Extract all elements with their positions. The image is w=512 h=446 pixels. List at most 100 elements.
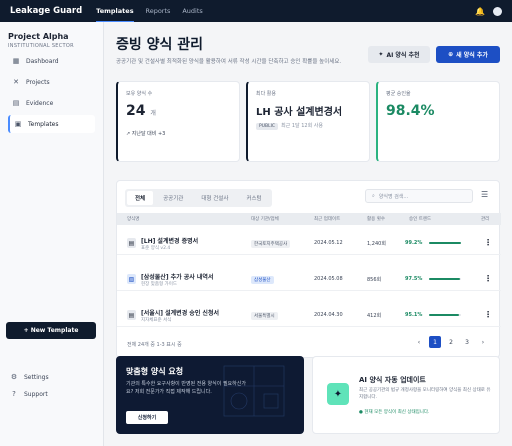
sidebar-item-evidence[interactable]: ▤ Evidence	[8, 94, 95, 112]
gear-icon: ⚙	[10, 373, 18, 381]
template-icon: ▣	[14, 120, 22, 128]
col-count: 활용 횟수	[367, 217, 385, 222]
row-date: 2024.05.12	[314, 240, 343, 246]
approval-bar	[429, 278, 461, 280]
sidebar-item-label: Dashboard	[26, 57, 59, 65]
templates-table-card: 전체 공공기관 대형 건설사 커스텀 ⌕ 양식명 검색... ☰ 양식명 대상 …	[116, 180, 501, 358]
page-1[interactable]: 1	[429, 336, 441, 348]
promo-title: 맞춤형 양식 요청	[126, 367, 184, 376]
nav-templates[interactable]: Templates	[96, 1, 134, 22]
brand-logo[interactable]: Leakage Guard	[10, 6, 82, 16]
document-icon: ▤	[12, 99, 20, 107]
row-subtitle: 현장 맞춤형 가이드	[141, 282, 177, 287]
tab-large-builders[interactable]: 대형 건설사	[193, 191, 236, 205]
top-bar: Leakage Guard Templates Reports Audits 🔔	[0, 0, 512, 22]
table-row[interactable]: ▤ [서울시] 설계변경 승인 신청서 지자체표준 서식 서울특별시 2024.…	[117, 303, 501, 327]
sparkle-icon: ✦	[378, 51, 384, 58]
nav-reports[interactable]: Reports	[145, 1, 170, 21]
stat-unit: 개	[150, 110, 156, 117]
stat-value: 24 개	[126, 103, 156, 119]
nav-audits[interactable]: Audits	[182, 1, 202, 21]
document-icon: ▤	[127, 310, 136, 320]
tab-custom[interactable]: 커스텀	[238, 191, 269, 205]
document-icon: ▤	[127, 238, 136, 248]
main-content: 증빙 양식 관리 공공기관 및 건설사별 최적화된 양식을 활용하여 서류 작성…	[104, 22, 512, 446]
update-title: AI 양식 자동 업데이트	[359, 376, 426, 384]
update-status-text: 현재 모든 양식이 최신 상태입니다.	[364, 410, 430, 415]
grid-icon: ▦	[12, 57, 20, 65]
table-row[interactable]: ▤ [LH] 설계변경 증명서 표준 양식 v2.4 한국토지주택공사 2024…	[117, 231, 501, 255]
new-template-button[interactable]: + New Template	[6, 322, 96, 339]
next-page-icon[interactable]: ›	[477, 336, 489, 348]
project-sector: INSTITUTIONAL SECTOR	[8, 43, 74, 49]
approval-bar-fill	[429, 278, 461, 280]
org-tag: 한국토지주택공사	[251, 240, 291, 248]
custom-template-promo: 맞춤형 양식 요청 기관의 특수한 요구사항이 반영된 전용 양식이 필요하신가…	[116, 356, 304, 434]
table-header: 양식명 대상 기관/업체 최근 업데이트 활용 횟수 승인 트렌드 관리	[117, 213, 501, 225]
sidebar-item-projects[interactable]: ✕ Projects	[8, 73, 95, 91]
top-actions: 🔔	[475, 6, 502, 16]
stat-value: LH 공사 설계변경서	[256, 107, 343, 118]
stat-sub: PUBLIC 최근 1달 12회 사용	[256, 122, 323, 130]
stat-label: 보유 양식 수	[126, 91, 153, 97]
apply-button[interactable]: 신청하기	[126, 411, 168, 424]
sidebar: Project Alpha INSTITUTIONAL SECTOR ▦ Das…	[0, 22, 104, 446]
top-nav: Templates Reports Audits	[96, 1, 213, 22]
stat-card-approval: 평균 승인율 98.4%	[376, 81, 500, 162]
sidebar-item-dashboard[interactable]: ▦ Dashboard	[8, 52, 95, 70]
row-count: 1,240회	[367, 241, 386, 247]
col-trend: 승인 트렌드	[409, 217, 432, 222]
sidebar-item-label: Templates	[28, 120, 59, 128]
sidebar-item-label: Evidence	[26, 99, 54, 107]
more-menu-icon[interactable]: ⋮	[484, 274, 492, 283]
row-rate: 97.5%	[405, 276, 423, 282]
table-footer: 전체 24개 중 1-3 표시 중	[127, 342, 182, 348]
page-description: 공공기관 및 건설사별 최적화된 양식을 활용하여 서류 작성 시간을 단축하고…	[116, 59, 342, 65]
sidebar-support[interactable]: ? Support	[10, 390, 48, 398]
row-date: 2024.04.30	[314, 312, 343, 318]
more-menu-icon[interactable]: ⋮	[484, 238, 492, 247]
stat-label: 평균 승인율	[386, 91, 411, 97]
table-row[interactable]: ▧ [삼성물산] 추가 공사 내역서 현장 맞춤형 가이드 삼성물산 2024.…	[117, 267, 501, 291]
col-updated: 최근 업데이트	[314, 217, 341, 222]
filter-icon[interactable]: ☰	[481, 190, 488, 199]
stat-sub-text: 지난달 대비 +3	[131, 131, 166, 137]
stat-sub: ↗ 지난달 대비 +3	[126, 130, 165, 137]
sidebar-item-templates[interactable]: ▣ Templates	[8, 115, 95, 133]
sidebar-settings[interactable]: ⚙ Settings	[10, 373, 49, 381]
ai-recommend-button[interactable]: ✦ AI 양식 추천	[368, 46, 430, 63]
support-label: Support	[24, 390, 48, 398]
page-2[interactable]: 2	[445, 336, 457, 348]
org-tag: 서울특별시	[251, 312, 278, 320]
row-rate: 99.2%	[405, 240, 423, 246]
search-input[interactable]: ⌕ 양식명 검색...	[365, 189, 473, 203]
stat-card-top-used: 최다 활용 LH 공사 설계변경서 PUBLIC 최근 1달 12회 사용	[246, 81, 370, 162]
stat-value: 98.4%	[386, 103, 435, 119]
prev-page-icon[interactable]: ‹	[413, 336, 425, 348]
row-title: [LH] 설계변경 증명서	[141, 238, 199, 245]
filter-tabs: 전체 공공기관 대형 건설사 커스텀	[125, 189, 272, 207]
tab-public[interactable]: 공공기관	[155, 191, 191, 205]
sidebar-item-label: Projects	[26, 78, 50, 86]
avatar[interactable]	[493, 6, 502, 16]
ai-recommend-label: AI 양식 추천	[386, 52, 420, 59]
update-status: ● 현재 모든 양식이 최신 상태입니다.	[359, 409, 430, 415]
row-count: 412회	[367, 313, 382, 319]
tab-all[interactable]: 전체	[127, 191, 154, 205]
page-3[interactable]: 3	[461, 336, 473, 348]
trend-up-icon: ↗	[126, 131, 131, 137]
row-date: 2024.05.08	[314, 276, 343, 282]
search-placeholder: 양식명 검색...	[378, 193, 409, 200]
col-org: 대상 기관/업체	[251, 217, 279, 222]
stat-sub-text: 최근 1달 12회 사용	[281, 123, 323, 129]
more-menu-icon[interactable]: ⋮	[484, 310, 492, 319]
row-title: [서울시] 설계변경 승인 신청서	[141, 310, 219, 317]
page-title: 증빙 양식 관리	[116, 37, 204, 53]
add-template-button[interactable]: ⊕ 새 양식 추가	[436, 46, 500, 63]
update-text: 최근 공공기관의 법규 개정사항을 모니터링하여 양식을 최신 상태로 유지합니…	[359, 388, 491, 400]
search-icon: ⌕	[372, 193, 375, 199]
row-rate: 95.1%	[405, 312, 423, 318]
bell-icon[interactable]: 🔔	[475, 7, 485, 16]
tools-icon: ✕	[13, 78, 19, 86]
approval-bar-fill	[429, 242, 461, 244]
